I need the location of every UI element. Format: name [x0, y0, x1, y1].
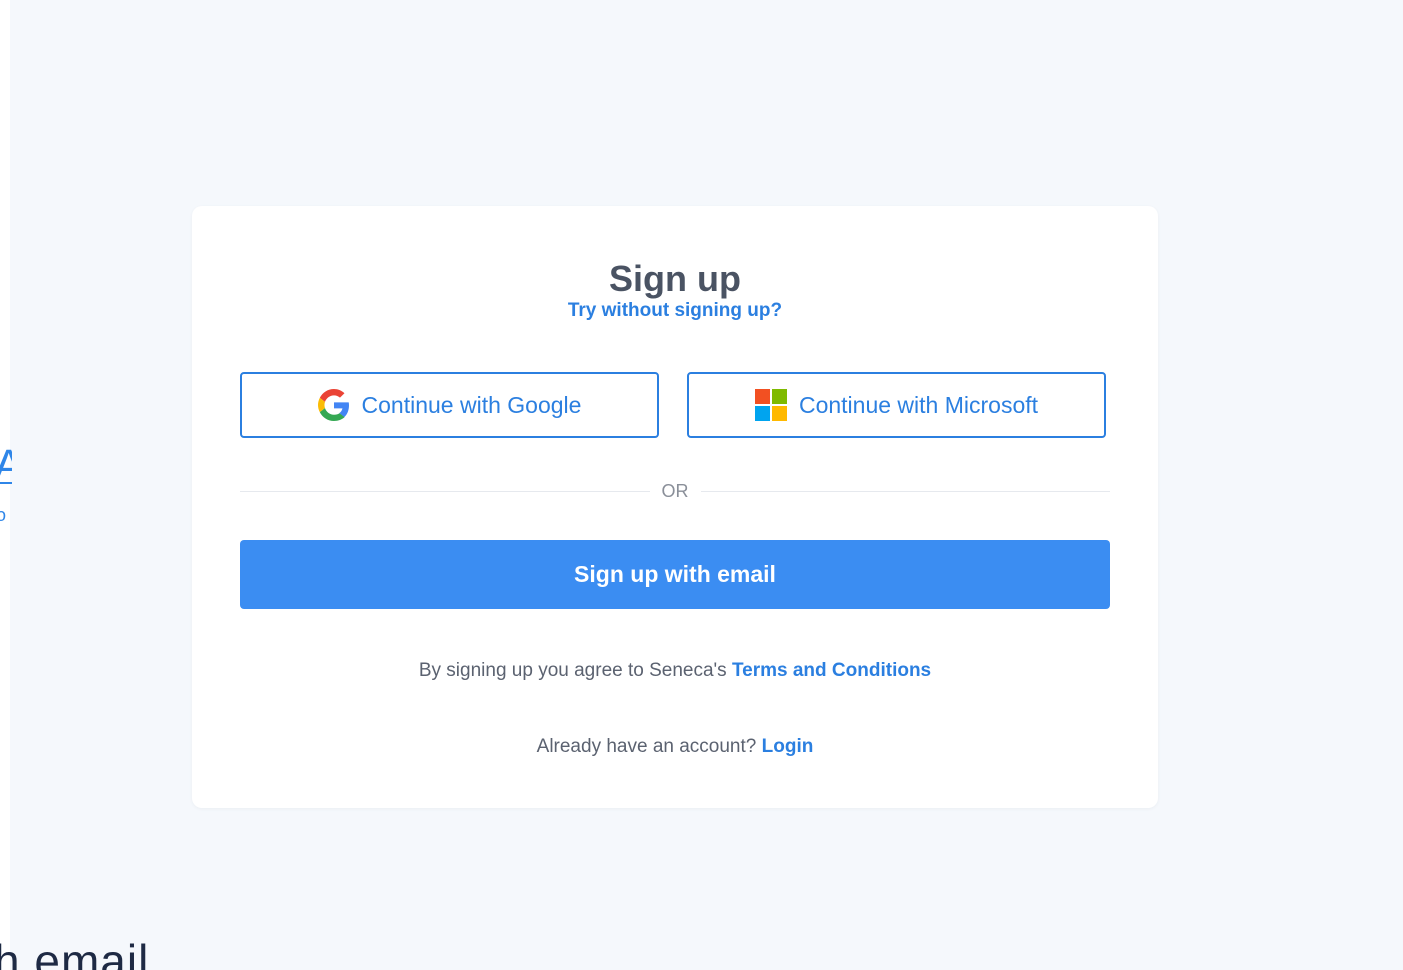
page-title: Sign up: [609, 258, 741, 299]
terms-and-conditions-link[interactable]: Terms and Conditions: [732, 660, 931, 681]
or-divider: OR: [240, 480, 1110, 502]
microsoft-button-label: Continue with Microsoft: [798, 391, 1039, 418]
continue-with-microsoft-button[interactable]: Continue with Microsoft: [687, 372, 1106, 438]
google-button-label: Continue with Google: [361, 391, 582, 418]
divider-line-right: [700, 490, 1110, 492]
login-link[interactable]: Login: [762, 736, 814, 757]
try-without-signing-up-link[interactable]: Try without signing up?: [192, 300, 1158, 322]
email-button-label: Sign up with email: [574, 561, 776, 587]
sign-up-with-email-button[interactable]: Sign up with email: [240, 540, 1110, 609]
login-prompt: Already have an account? Login: [192, 736, 1158, 758]
partial-left-small-glyph: o: [0, 505, 7, 525]
terms-prefix-text: By signing up you agree to Seneca's: [418, 660, 732, 681]
divider-line-left: [240, 490, 650, 492]
google-g-icon: [317, 389, 350, 421]
partial-left-element: A o: [0, 440, 12, 540]
continue-with-google-button[interactable]: Continue with Google: [240, 372, 659, 438]
terms-notice: By signing up you agree to Seneca's Term…: [192, 660, 1158, 682]
login-prefix-text: Already have an account?: [536, 736, 762, 757]
partial-left-underline: [0, 482, 12, 484]
divider-or-text: OR: [661, 480, 689, 501]
microsoft-logo-icon: [754, 389, 787, 421]
partial-bottom-text: h email: [0, 935, 150, 970]
signup-card: Sign up Try without signing up? Continue…: [192, 206, 1158, 808]
partial-bottom-element: h email: [0, 930, 200, 970]
